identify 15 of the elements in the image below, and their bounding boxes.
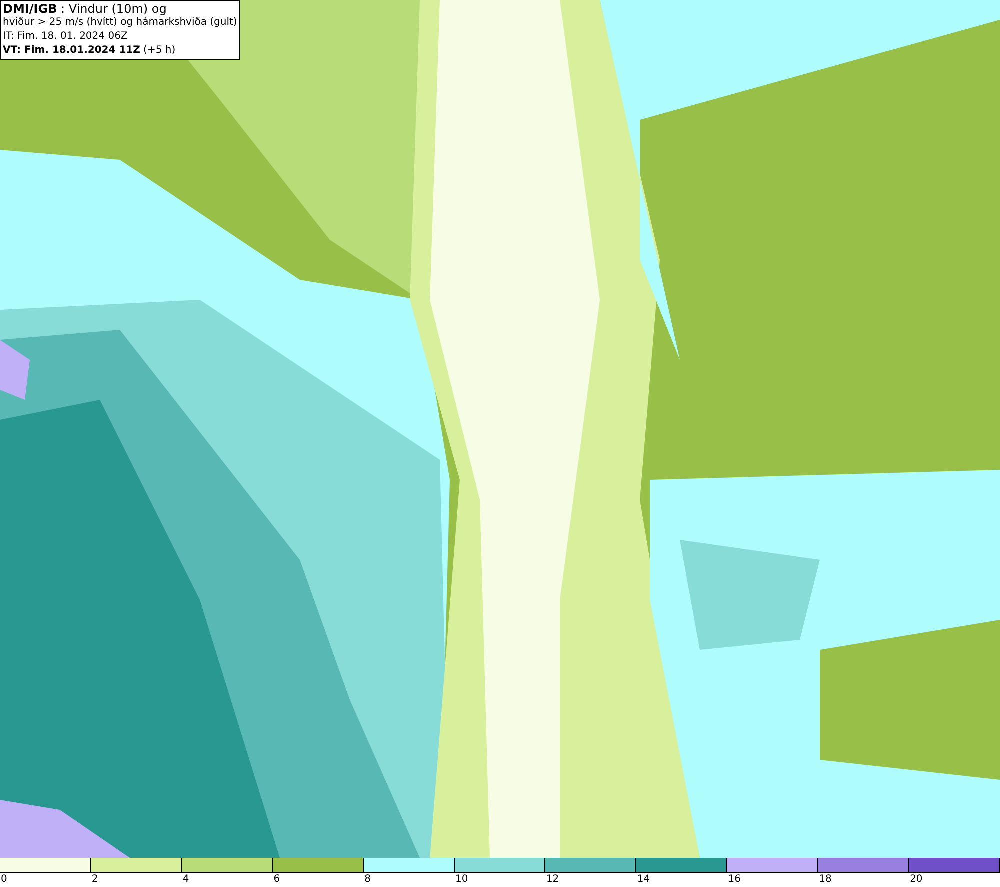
scale-label: 2 [90, 873, 98, 887]
scale-label: 10 [454, 873, 468, 887]
scale-label: 4 [182, 873, 190, 887]
legend-text: VT: Fim. 18.01.2024 11Z (+5 h) [3, 44, 177, 58]
scale-label: 14 [636, 873, 650, 887]
scale-label: 6 [272, 873, 280, 887]
scale-label: 0 [0, 873, 8, 887]
scale-label: 18 [818, 873, 832, 887]
legend-text: hviður > 25 m/s (hvítt) og hámarkshviða (gult) [3, 16, 238, 30]
scale-label: 12 [545, 873, 560, 887]
legend-text: IT: Fim. 18. 01. 2024 06Z [3, 30, 129, 44]
scale-label: 20 [909, 873, 923, 887]
scale-label: 16 [727, 873, 741, 887]
scale-label: 8 [364, 873, 371, 887]
legend-text: DMI/IGB : Vindur (10m) og [3, 2, 168, 16]
